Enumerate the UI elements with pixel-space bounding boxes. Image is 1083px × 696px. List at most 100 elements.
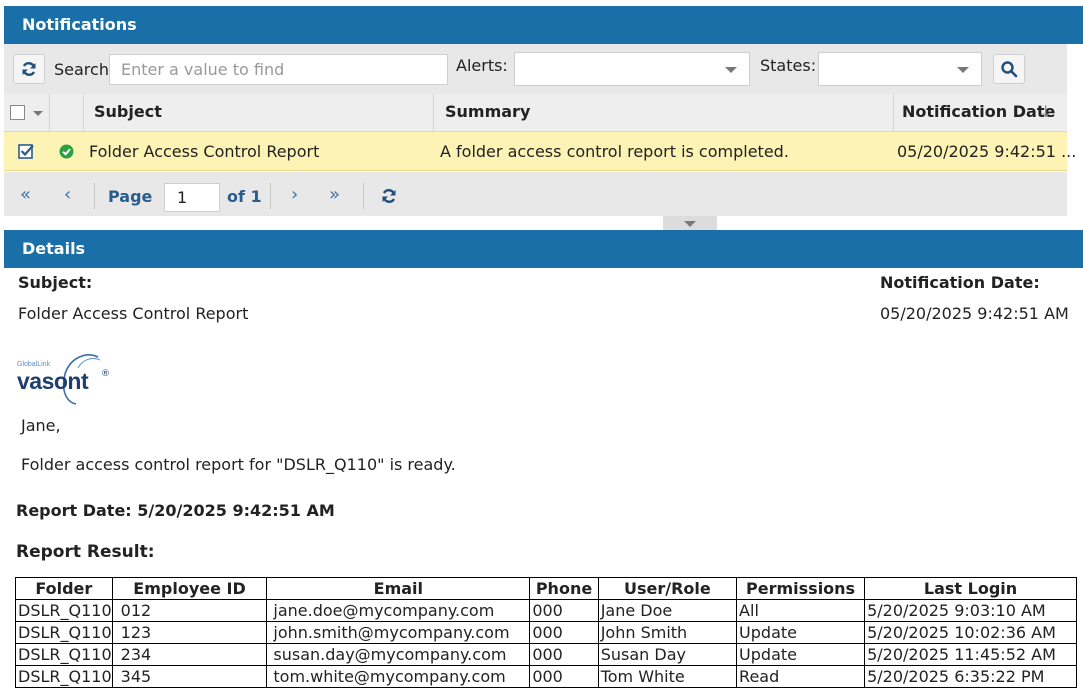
row-subject: Folder Access Control Report bbox=[89, 142, 320, 161]
last-page-icon[interactable]: » bbox=[329, 172, 340, 216]
cell-email: jane.doe@mycompany.com bbox=[266, 599, 531, 622]
table-row: DSLR_Q110 123 john.smith@mycompany.com 0… bbox=[15, 621, 1077, 644]
row-date: 05/20/2025 9:42:51 ... bbox=[897, 142, 1077, 161]
notifications-title: Notifications bbox=[22, 15, 137, 34]
cell-employee-id: 345 bbox=[111, 665, 268, 688]
notifications-toolbar: Search: Enter a value to find Alerts: St… bbox=[4, 44, 1067, 94]
chevron-down-icon bbox=[725, 67, 737, 73]
pager-divider bbox=[270, 183, 271, 209]
cell-permissions: Update bbox=[736, 621, 866, 644]
cell-phone: 000 bbox=[529, 599, 599, 622]
grid-header: Subject Summary Notification Date ↓ bbox=[4, 94, 1067, 132]
column-divider bbox=[83, 94, 84, 132]
search-button[interactable] bbox=[993, 54, 1025, 84]
column-divider bbox=[49, 94, 50, 132]
details-title: Details bbox=[22, 239, 86, 258]
pager-divider bbox=[363, 183, 364, 209]
page-label: Page bbox=[108, 187, 153, 206]
refresh-button[interactable] bbox=[13, 54, 45, 84]
logo-main-text: vasont bbox=[17, 368, 89, 394]
pager-divider bbox=[94, 183, 95, 209]
cell-employee-id: 012 bbox=[111, 599, 268, 622]
collapse-arrow-icon bbox=[684, 221, 696, 227]
cell-folder: DSLR_Q110 bbox=[15, 643, 113, 666]
column-header-phone: Phone bbox=[529, 577, 599, 600]
cell-permissions: Read bbox=[736, 665, 866, 688]
report-header-row: Folder Employee ID Email Phone User/Role… bbox=[15, 577, 1077, 600]
cell-permissions: All bbox=[736, 599, 866, 622]
column-header-permissions: Permissions bbox=[736, 577, 866, 600]
cell-folder: DSLR_Q110 bbox=[15, 665, 113, 688]
cell-folder: DSLR_Q110 bbox=[15, 621, 113, 644]
table-row: DSLR_Q110 012 jane.doe@mycompany.com 000… bbox=[15, 599, 1077, 622]
panel-splitter-handle[interactable] bbox=[663, 216, 717, 230]
globallink-vasont-logo: GlobalLink vasont ® bbox=[16, 352, 116, 406]
cell-user-role: Tom White bbox=[597, 665, 738, 688]
cell-last-login: 5/20/2025 11:45:52 AM bbox=[864, 643, 1077, 666]
sort-descending-icon[interactable]: ↓ bbox=[1039, 94, 1052, 132]
column-divider bbox=[893, 94, 894, 132]
checked-checkbox-icon[interactable] bbox=[18, 143, 35, 160]
cell-phone: 000 bbox=[529, 665, 599, 688]
search-icon bbox=[1001, 61, 1018, 78]
column-header-email: Email bbox=[266, 577, 531, 600]
row-summary: A folder access control report is comple… bbox=[440, 142, 789, 161]
logo-small-text: GlobalLink bbox=[17, 361, 51, 368]
cell-email: john.smith@mycompany.com bbox=[266, 621, 531, 644]
table-row: DSLR_Q110 345 tom.white@mycompany.com 00… bbox=[15, 665, 1077, 688]
column-divider bbox=[433, 94, 434, 132]
pager: « ‹ Page 1 of 1 › » bbox=[4, 172, 1067, 216]
search-label: Search: bbox=[54, 60, 115, 79]
search-input[interactable]: Enter a value to find bbox=[109, 54, 448, 85]
cell-user-role: Susan Day bbox=[597, 643, 738, 666]
cell-employee-id: 234 bbox=[111, 643, 268, 666]
alerts-select[interactable] bbox=[514, 52, 750, 86]
column-header-notification-date[interactable]: Notification Date bbox=[902, 94, 1055, 132]
states-label: States: bbox=[760, 56, 817, 75]
first-page-icon[interactable]: « bbox=[20, 172, 31, 216]
details-panel-header: Details bbox=[4, 230, 1083, 268]
cell-phone: 000 bbox=[529, 621, 599, 644]
previous-page-icon[interactable]: ‹ bbox=[64, 172, 71, 216]
table-row: DSLR_Q110 234 susan.day@mycompany.com 00… bbox=[15, 643, 1077, 666]
registered-mark-icon: ® bbox=[101, 369, 110, 379]
subject-value: Folder Access Control Report bbox=[18, 304, 249, 323]
column-header-subject[interactable]: Subject bbox=[94, 94, 162, 132]
cell-employee-id: 123 bbox=[111, 621, 268, 644]
column-header-summary[interactable]: Summary bbox=[445, 94, 530, 132]
cell-email: susan.day@mycompany.com bbox=[266, 643, 531, 666]
column-header-last-login: Last Login bbox=[864, 577, 1077, 600]
page-number-input[interactable]: 1 bbox=[164, 183, 220, 212]
refresh-icon[interactable] bbox=[381, 188, 397, 204]
states-select[interactable] bbox=[818, 52, 982, 86]
report-result-heading: Report Result: bbox=[16, 542, 155, 562]
report-date: Report Date: 5/20/2025 9:42:51 AM bbox=[16, 501, 335, 520]
chevron-down-icon[interactable] bbox=[33, 111, 43, 116]
select-all-checkbox[interactable] bbox=[10, 105, 25, 120]
alerts-label: Alerts: bbox=[456, 56, 508, 75]
chevron-down-icon bbox=[957, 67, 969, 73]
success-check-icon bbox=[59, 144, 74, 159]
column-header-folder: Folder bbox=[15, 577, 113, 600]
report-message: Folder access control report for "DSLR_Q… bbox=[21, 455, 456, 474]
cell-user-role: John Smith bbox=[597, 621, 738, 644]
greeting: Jane, bbox=[21, 416, 61, 435]
notifications-panel-header: Notifications bbox=[4, 6, 1083, 44]
cell-permissions: Update bbox=[736, 643, 866, 666]
cell-last-login: 5/20/2025 6:35:22 PM bbox=[864, 665, 1077, 688]
cell-last-login: 5/20/2025 10:02:36 AM bbox=[864, 621, 1077, 644]
report-table: Folder Employee ID Email Phone User/Role… bbox=[15, 577, 1077, 688]
cell-email: tom.white@mycompany.com bbox=[266, 665, 531, 688]
cell-user-role: Jane Doe bbox=[597, 599, 738, 622]
cell-last-login: 5/20/2025 9:03:10 AM bbox=[864, 599, 1077, 622]
notification-date-value: 05/20/2025 9:42:51 AM bbox=[880, 304, 1069, 323]
refresh-icon bbox=[22, 62, 36, 76]
cell-folder: DSLR_Q110 bbox=[15, 599, 113, 622]
table-row[interactable]: Folder Access Control Report A folder ac… bbox=[4, 132, 1076, 171]
next-page-icon[interactable]: › bbox=[291, 172, 298, 216]
cell-phone: 000 bbox=[529, 643, 599, 666]
column-header-user-role: User/Role bbox=[597, 577, 738, 600]
column-header-employee-id: Employee ID bbox=[111, 577, 268, 600]
subject-label: Subject: bbox=[18, 273, 93, 292]
notification-date-label: Notification Date: bbox=[880, 273, 1040, 292]
